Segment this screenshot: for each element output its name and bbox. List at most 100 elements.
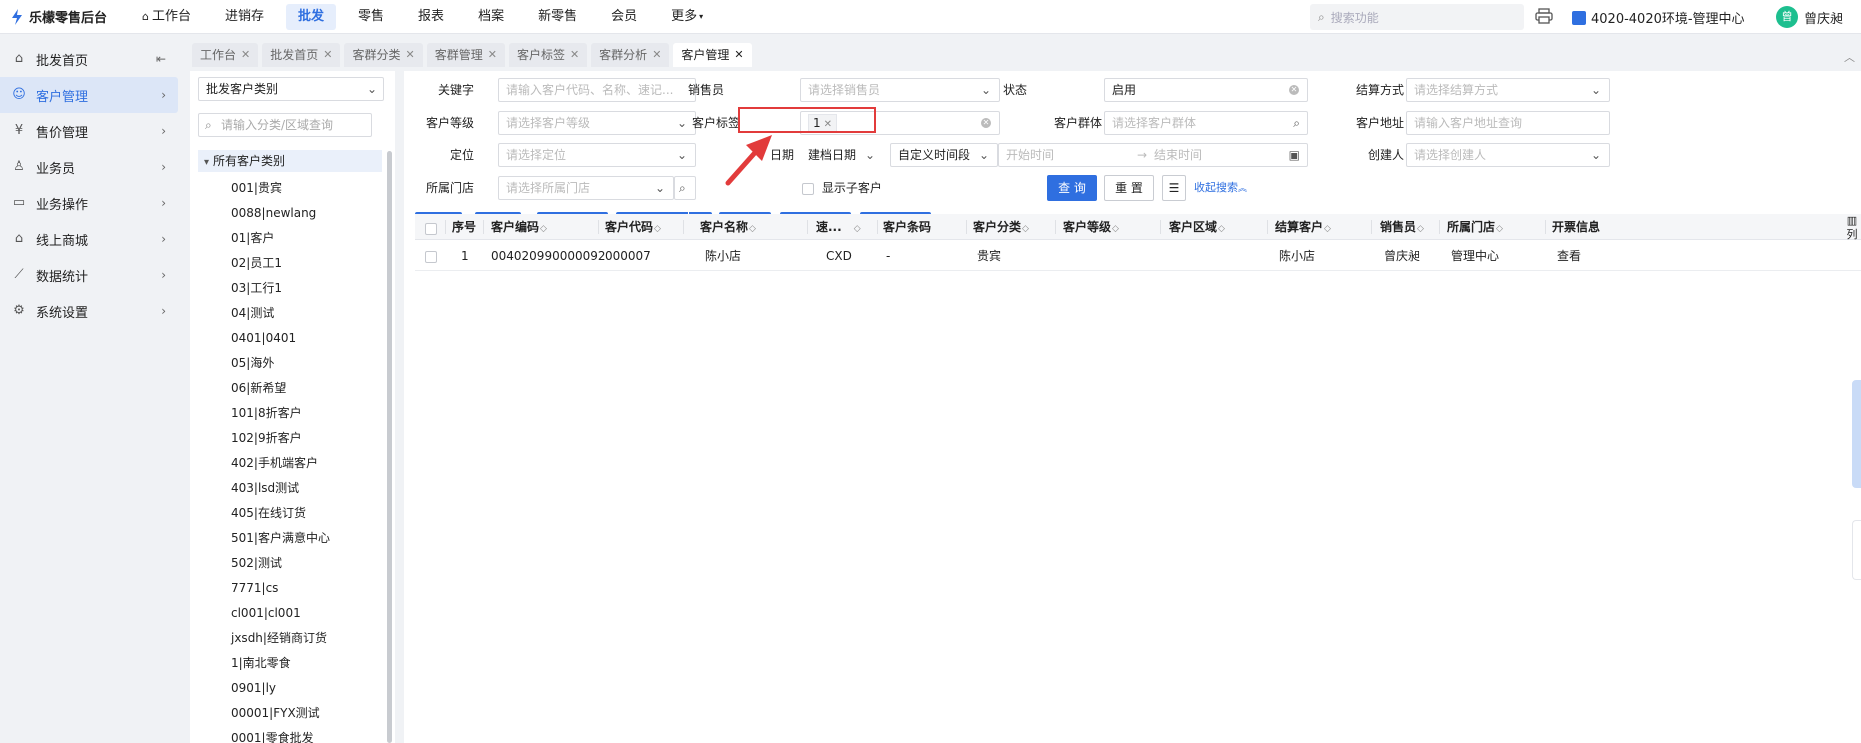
category-scrollbar[interactable]: [387, 151, 392, 743]
date-type-select[interactable]: 建档日期 ⌄: [800, 143, 884, 167]
tree-item[interactable]: 101|8折客户: [231, 401, 381, 426]
printer-icon[interactable]: [1535, 8, 1553, 24]
close-icon[interactable]: ✕: [488, 43, 497, 67]
nav-new-retail[interactable]: 新零售: [526, 4, 589, 30]
close-icon[interactable]: ✕: [734, 43, 743, 67]
tree-item[interactable]: 502|测试: [231, 551, 381, 576]
nav-members[interactable]: 会员: [599, 4, 649, 30]
category-type-select[interactable]: 批发客户类别 ⌄: [198, 77, 384, 101]
nav-retail[interactable]: 零售: [346, 4, 396, 30]
tree-item[interactable]: 403|lsd测试: [231, 476, 381, 501]
tree-item[interactable]: 501|客户满意中心: [231, 526, 381, 551]
tree-item[interactable]: 7771|cs: [231, 576, 381, 601]
tab-customer-group-management[interactable]: 客群管理 ✕: [426, 43, 505, 67]
map-view-button[interactable]: 地图显示: [860, 212, 931, 238]
import-more-button[interactable]: ···: [689, 212, 712, 238]
sidebar-item-statistics[interactable]: ⟋ 数据统计 ›: [0, 257, 178, 293]
date-range-select[interactable]: 自定义时间段 ⌄: [890, 143, 998, 167]
group-select[interactable]: 请选择客户群体 ⌕: [1104, 111, 1308, 135]
import-modify-button[interactable]: 导入修改: [616, 212, 688, 238]
app-logo[interactable]: 乐檬零售后台: [0, 7, 130, 26]
address-input[interactable]: 请输入客户地址查询: [1406, 111, 1610, 135]
tree-item[interactable]: 402|手机端客户: [231, 451, 381, 476]
collapse-search-link[interactable]: 收起搜索︽: [1194, 175, 1247, 201]
creator-select[interactable]: 请选择创建人 ⌄: [1406, 143, 1610, 167]
nav-label: 报表: [418, 8, 445, 24]
tab-workbench[interactable]: 工作台 ✕: [192, 43, 259, 67]
tab-customer-group-analysis[interactable]: 客群分析 ✕: [591, 43, 670, 67]
tree-item[interactable]: 0088|newlang: [231, 201, 381, 226]
reset-button[interactable]: 重 置: [1104, 175, 1154, 201]
nav-wholesale[interactable]: 批发: [286, 3, 337, 30]
tree-item[interactable]: 0401|0401: [231, 326, 381, 351]
close-icon[interactable]: ✕: [323, 43, 332, 67]
clear-icon[interactable]: ✕: [981, 118, 991, 128]
sidebar-item-customer-management[interactable]: ☺ 客户管理 ›: [0, 77, 178, 113]
tree-item[interactable]: jxsdh|经销商订货: [231, 626, 381, 651]
tree-item[interactable]: 0001|零食批发: [231, 726, 381, 743]
side-drawer-handle[interactable]: [1852, 380, 1861, 488]
checkbox[interactable]: [802, 182, 814, 195]
sidebar-item-price-management[interactable]: ¥ 售价管理 ›: [0, 113, 178, 149]
chevron-up-icon[interactable]: ︿: [1844, 49, 1855, 65]
calendar-icon[interactable]: ▣: [1289, 144, 1300, 166]
nav-reports[interactable]: 报表: [406, 4, 456, 30]
tree-item[interactable]: 0901|ly: [231, 676, 381, 701]
delete-button[interactable]: 删 除: [475, 212, 521, 238]
tab-customer-management[interactable]: 客户管理 ✕: [673, 43, 752, 67]
date-range-input[interactable]: 开始时间 → 结束时间 ▣: [998, 143, 1308, 167]
level-select[interactable]: 请选择客户等级 ⌄: [498, 111, 696, 135]
user-menu[interactable]: 曾 曾庆昶: [1776, 6, 1843, 28]
close-icon[interactable]: ✕: [652, 43, 661, 67]
tree-item[interactable]: 04|测试: [231, 301, 381, 326]
nav-label: 批发: [298, 8, 325, 24]
tree-item[interactable]: 001|贵宾: [231, 176, 381, 201]
filter-settings-icon[interactable]: ☰: [1162, 175, 1186, 201]
tree-root[interactable]: ▾ 所有客户类别: [198, 150, 382, 172]
environment-switcher[interactable]: 4020-4020环境-管理中心: [1572, 8, 1745, 27]
tree-item[interactable]: cl001|cl001: [231, 601, 381, 626]
query-button[interactable]: 查 询: [1047, 175, 1097, 201]
nav-more[interactable]: 更多 ▾: [659, 4, 715, 30]
store-search-button[interactable]: ⌕: [674, 176, 696, 200]
status-select[interactable]: 启用 ✕: [1104, 78, 1308, 102]
batch-settings-button[interactable]: 批量设置: [537, 212, 608, 238]
close-icon[interactable]: ✕: [570, 43, 579, 67]
search-icon[interactable]: ⌕: [1293, 112, 1300, 134]
tab-customer-group-category[interactable]: 客群分类 ✕: [344, 43, 423, 67]
collapse-sidebar-icon[interactable]: ⇤: [156, 52, 166, 66]
tree-item[interactable]: 05|海外: [231, 351, 381, 376]
category-search-input[interactable]: ⌕ 请输入分类/区域查询: [198, 113, 372, 137]
settlement-select[interactable]: 请选择结算方式 ⌄: [1406, 78, 1610, 102]
nav-archives[interactable]: 档案: [466, 4, 516, 30]
store-select[interactable]: 请选择所属门店 ⌄: [498, 176, 674, 200]
show-child-toggle[interactable]: 显示子客户: [802, 176, 882, 200]
close-icon[interactable]: ✕: [405, 43, 414, 67]
tree-item[interactable]: 06|新希望: [231, 376, 381, 401]
nav-inventory[interactable]: 进销存: [213, 4, 276, 30]
clear-icon[interactable]: ✕: [1289, 85, 1299, 95]
change-log-button[interactable]: 修改记录: [780, 212, 851, 238]
tree-item[interactable]: 01|客户: [231, 226, 381, 251]
tree-item[interactable]: 00001|FYX测试: [231, 701, 381, 726]
tab-wholesale-home[interactable]: 批发首页 ✕: [262, 43, 341, 67]
close-icon[interactable]: ✕: [241, 43, 250, 67]
tree-item[interactable]: 405|在线订货: [231, 501, 381, 526]
tree-item[interactable]: 1|南北零食: [231, 651, 381, 676]
sidebar-item-wholesale-home[interactable]: ⌂ 批发首页 ⇤: [0, 41, 178, 77]
export-button[interactable]: 导 出: [719, 212, 771, 238]
add-button[interactable]: 新 增: [415, 212, 462, 238]
nav-workbench[interactable]: ⌂ 工作台: [130, 4, 203, 30]
tree-item[interactable]: 02|员工1: [231, 251, 381, 276]
tab-customer-tags[interactable]: 客户标签 ✕: [508, 43, 588, 67]
sidebar-item-business-ops[interactable]: ▭ 业务操作 ›: [0, 185, 178, 221]
tree-item[interactable]: 102|9折客户: [231, 426, 381, 451]
location-select[interactable]: 请选择定位 ⌄: [498, 143, 696, 167]
sidebar-item-online-mall[interactable]: ⌂ 线上商城 ›: [0, 221, 178, 257]
sidebar-item-system-settings[interactable]: ⚙ 系统设置 ›: [0, 293, 178, 329]
function-search-input[interactable]: ⌕ 搜索功能: [1310, 4, 1524, 30]
sidebar-item-salesman[interactable]: ♙ 业务员 ›: [0, 149, 178, 185]
side-float-handle[interactable]: [1852, 520, 1861, 580]
tree-item[interactable]: 03|工行1: [231, 276, 381, 301]
sidebar-item-label: 业务操作: [36, 197, 89, 213]
